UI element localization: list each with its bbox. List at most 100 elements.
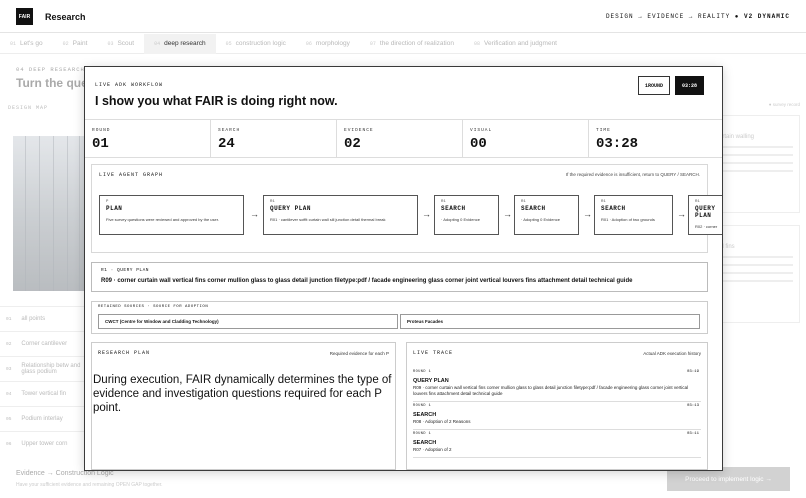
tab-number: 05: [225, 40, 232, 47]
tab-label: the direction of realization: [379, 40, 454, 47]
trace-time: 03:19: [686, 370, 699, 374]
stat-round: ROUND 01: [85, 120, 211, 157]
node-desc: R01 · Adoption of two grounds: [601, 217, 655, 222]
modal-kicker: LIVE ADK WORKFLOW: [95, 82, 164, 88]
item-number: 05: [6, 416, 12, 422]
stat-search: SEARCH 24: [211, 120, 337, 157]
trace-label: LIVE TRACE: [413, 350, 454, 356]
item-label: Corner cantilever: [21, 341, 68, 347]
item-number: 01: [6, 316, 12, 322]
trace-round: ROUND 1: [413, 404, 432, 408]
plan-label: RESEARCH PLAN: [98, 350, 151, 356]
node-round: R1: [521, 200, 526, 204]
bg-footer-title: Evidence → Construction Logic: [16, 470, 114, 477]
node-round: R1: [601, 200, 606, 204]
node-kind: QUERY PLAN: [695, 205, 716, 219]
item-number: 04: [6, 391, 12, 397]
item-number: 03: [6, 366, 12, 372]
tab-deep-research[interactable]: 04 deep research: [144, 33, 216, 54]
tab-label: Paint: [72, 40, 88, 47]
item-number: 02: [6, 341, 12, 347]
tab-label: Scout: [117, 40, 135, 47]
graph-node-search[interactable]: R1 SEARCH R01 · Adoption of two grounds: [594, 195, 673, 235]
trace-desc: R09 · corner curtain wall vertical fins …: [413, 385, 689, 396]
stat-value: 01: [92, 136, 109, 152]
stat-label: EVIDENCE: [344, 128, 374, 133]
list-item[interactable]: 06 Upper tower corn: [0, 431, 90, 456]
trace-item: ROUND 1 03:19 QUERY PLAN R09 · corner curta…: [413, 368, 701, 402]
graph-title: LIVE AGENT GRAPH: [99, 172, 164, 178]
agent-graph: LIVE AGENT GRAPH If the required evidenc…: [91, 164, 722, 253]
tab-number: 02: [62, 40, 69, 47]
tab-number: 04: [154, 40, 161, 47]
tab-number: 01: [10, 40, 17, 47]
tab-direction-of-realization[interactable]: 07 the direction of realization: [360, 34, 464, 54]
time-button[interactable]: 03:28: [675, 76, 704, 95]
top-header: FAIR Research DESIGN → EVIDENCE → REALIT…: [0, 0, 806, 33]
trace-list[interactable]: ROUND 1 03:19 QUERY PLAN R09 · corner curta…: [413, 368, 701, 458]
stat-value: 00: [470, 136, 487, 152]
tab-number: 03: [107, 40, 114, 47]
graph-node-plan[interactable]: P PLAN Five survey questions were reviewed…: [99, 195, 244, 235]
graph-node-query-plan[interactable]: R1 QUERY PLAN R02 · corner: [688, 195, 722, 235]
tab-morphology[interactable]: 06 morphology: [296, 34, 360, 54]
trace-item: ROUND 1 03:11 SEARCH R07 · Adoption of 2: [413, 430, 701, 458]
stats-bar: ROUND 01 SEARCH 24 EVIDENCE 02 VISUAL 00 TIM…: [85, 119, 722, 158]
trace-kind: QUERY PLAN: [413, 378, 449, 384]
node-round: R1: [270, 200, 275, 204]
list-item[interactable]: 02 Corner cantilever: [0, 331, 90, 356]
motto-text: DESIGN → EVIDENCE → REALITY ●: [605, 13, 740, 20]
list-item[interactable]: 03 Relationship betw and glass podium: [0, 356, 90, 381]
live-trace: LIVE TRACE Actual ADK execution history …: [406, 342, 708, 470]
brand-name: Research: [45, 12, 86, 22]
plan-note: Required evidence for each P: [329, 351, 389, 356]
item-label: Podium interlay: [21, 416, 63, 422]
list-item[interactable]: 05 Podium interlay: [0, 406, 90, 431]
tab-scout[interactable]: 03 Scout: [97, 34, 144, 54]
live-workflow-modal: LIVE ADK WORKFLOW I show you what FAIR i…: [84, 66, 723, 471]
trace-desc: R07 · Adoption of 2: [413, 447, 452, 452]
stat-value: 03:28: [596, 136, 639, 152]
header-motto: DESIGN → EVIDENCE → REALITY ● V2 DYNAMIC: [606, 13, 790, 20]
source-chip[interactable]: CWCT (Centre for Window and Cladding Tec…: [98, 314, 398, 329]
version-label: V2 DYNAMIC: [743, 13, 790, 20]
tab-label: morphology: [315, 40, 350, 47]
node-desc: R02 · corner: [695, 224, 718, 229]
fair-logo[interactable]: FAIR: [16, 8, 33, 25]
tab-number: 06: [305, 40, 312, 47]
bg-kicker: 04 DEEP RESEARCH: [16, 66, 85, 73]
trace-kind: SEARCH: [413, 440, 437, 446]
arrow-icon: →: [422, 209, 431, 219]
stat-value: 24: [218, 136, 235, 152]
stat-label: VISUAL: [470, 128, 493, 133]
app-window: FAIR Research DESIGN → EVIDENCE → REALIT…: [0, 0, 806, 498]
node-desc: R01 · cantilever soffit curtain wall sil…: [270, 217, 386, 222]
graph-node-search[interactable]: R1 SEARCH · Adopting 0 Evidence: [434, 195, 499, 235]
item-label: all points: [21, 316, 46, 322]
stat-evidence: EVIDENCE 02: [337, 120, 463, 157]
list-item[interactable]: 01 all points: [0, 306, 90, 331]
item-label: Relationship betw and glass podium: [21, 363, 81, 375]
trace-round: ROUND 1: [413, 432, 432, 436]
item-number: 06: [6, 441, 12, 447]
round-button[interactable]: 1ROUND: [638, 76, 670, 95]
source-chip[interactable]: Proteus Facades: [400, 314, 700, 329]
building-photo: [13, 136, 85, 291]
tab-paint[interactable]: 02 Paint: [53, 34, 98, 54]
stat-value: 02: [344, 136, 361, 152]
retained-sources: RETAINED SOURCES · SOURCE FOR ADOPTION C…: [91, 301, 708, 334]
bg-footer-subtitle: Have your sufficient evidence and remain…: [16, 482, 163, 488]
graph-node-query-plan[interactable]: R1 QUERY PLAN R01 · cantilever soffit curt…: [263, 195, 418, 235]
tab-verification[interactable]: 08 Verification and judgment: [464, 34, 567, 54]
item-label: Upper tower corn: [21, 441, 68, 447]
tab-lets-go[interactable]: 01 Let's go: [0, 34, 53, 54]
tab-construction-logic[interactable]: 05 construction logic: [216, 34, 296, 54]
list-item[interactable]: 04 Tower vertical fin: [0, 381, 90, 406]
bg-title: Turn the que: [16, 76, 88, 90]
node-kind: SEARCH: [601, 205, 626, 212]
tab-label: Let's go: [20, 40, 43, 47]
tab-number: 08: [473, 40, 480, 47]
trace-time: 03:11: [686, 432, 699, 436]
graph-node-search[interactable]: R1 SEARCH · Adopting 0 Evidence: [514, 195, 579, 235]
tab-label: Verification and judgment: [484, 40, 557, 47]
